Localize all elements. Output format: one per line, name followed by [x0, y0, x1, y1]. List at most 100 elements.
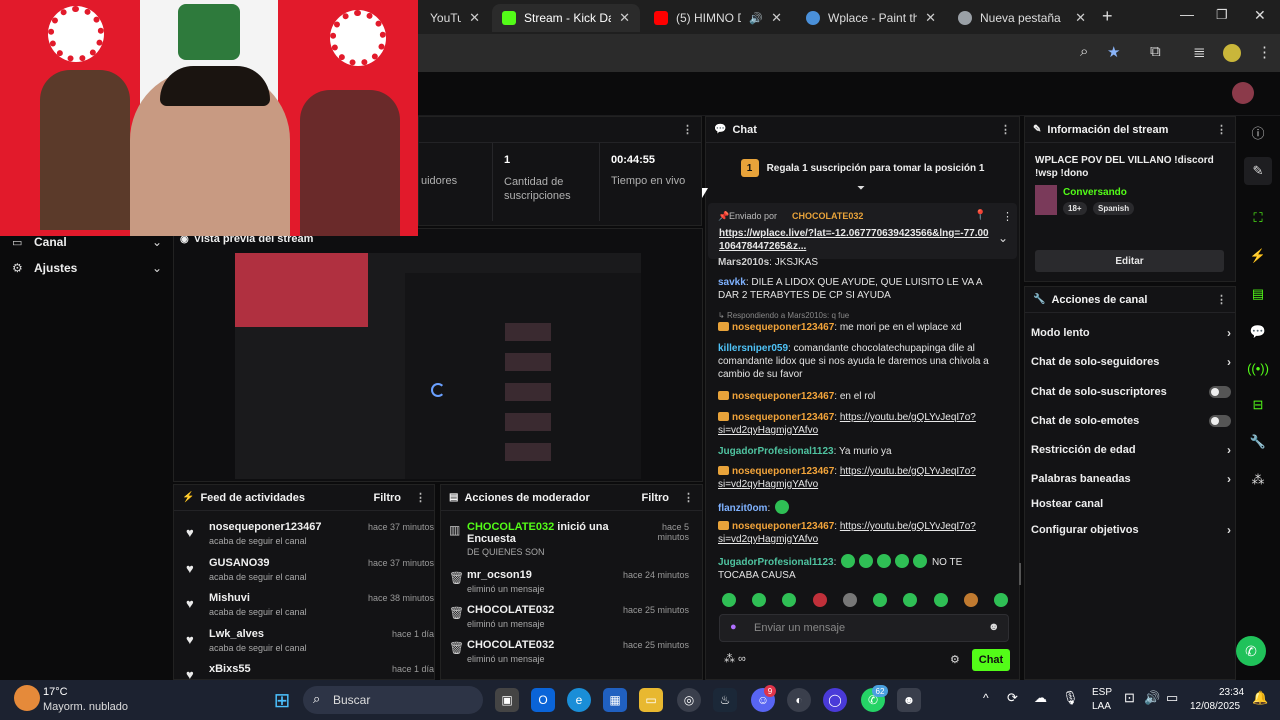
feed-filter-button[interactable]: Filtro: [374, 492, 402, 504]
chat-username[interactable]: Mars2010s: [718, 257, 769, 268]
microphone-icon[interactable]: 🎙: [1062, 690, 1079, 706]
chat-input[interactable]: ● Enviar un mensaje ☻: [719, 614, 1009, 642]
bolt-icon[interactable]: ⚡: [1244, 242, 1272, 270]
edit-info-button[interactable]: Editar: [1035, 250, 1224, 272]
chat-scrollbar[interactable]: [1019, 563, 1021, 585]
steam-icon[interactable]: ♨: [713, 688, 737, 712]
emote-icon[interactable]: [873, 593, 888, 607]
pinned-menu-icon[interactable]: ⋮: [1002, 210, 1013, 223]
volume-icon[interactable]: 🔊: [1144, 690, 1160, 706]
feed-menu-icon[interactable]: ⋮: [415, 491, 426, 504]
menu-icon[interactable]: ⋮: [1257, 43, 1272, 61]
clock-date[interactable]: 12/08/2025: [1190, 701, 1240, 712]
emoji-icon[interactable]: ☻: [988, 621, 1000, 633]
file-explorer-icon[interactable]: ▭: [639, 688, 663, 712]
sidebar-item-canal[interactable]: ▭ Canal ⌄: [12, 234, 162, 250]
feed-user[interactable]: nosequeponer123467: [209, 521, 322, 533]
sidebar-item-ajustes[interactable]: ⚙ Ajustes ⌄: [12, 260, 162, 276]
broadcast-icon[interactable]: ((•)): [1244, 354, 1272, 382]
store-icon[interactable]: ▦: [603, 688, 627, 712]
task-view-icon[interactable]: ▣: [495, 688, 519, 712]
bookmark-star-icon[interactable]: ★: [1107, 43, 1120, 61]
layout-icon[interactable]: ⊟: [1244, 391, 1272, 419]
action-emotes-only[interactable]: Chat de solo-emotes: [1031, 412, 1231, 430]
close-icon[interactable]: ✕: [469, 10, 480, 26]
action-banned-words[interactable]: Palabras baneadas ›: [1031, 470, 1231, 488]
emote-icon[interactable]: [842, 593, 857, 607]
actions-menu-icon[interactable]: ⋮: [1216, 293, 1227, 306]
outlook-icon[interactable]: O: [531, 688, 555, 712]
tab-wplace[interactable]: Wplace - Paint the w ✕: [796, 4, 946, 32]
profile-avatar[interactable]: [1223, 44, 1241, 62]
edge-icon[interactable]: e: [567, 688, 591, 712]
stats-menu-icon[interactable]: ⋮: [682, 123, 693, 136]
mod-user[interactable]: CHOCOLATE032: [467, 521, 554, 533]
cloud-icon[interactable]: ☁: [1034, 690, 1047, 706]
tab-new[interactable]: Nueva pestaña ✕: [948, 4, 1096, 32]
chevron-down-icon[interactable]: ⌄: [998, 231, 1008, 245]
send-chat-button[interactable]: Chat: [972, 649, 1010, 671]
emote-icon[interactable]: [782, 593, 797, 607]
feed-user[interactable]: GUSANO39: [209, 557, 270, 569]
close-window-button[interactable]: ✕: [1254, 7, 1266, 24]
unpin-icon[interactable]: 📍: [974, 210, 986, 221]
chat-username[interactable]: nosequeponer123467: [732, 466, 834, 477]
chrome-icon[interactable]: ◎: [677, 688, 701, 712]
points-icon[interactable]: ⁂ ∞: [724, 652, 746, 665]
chat-username[interactable]: flanzit0om: [718, 503, 767, 514]
chat-username[interactable]: nosequeponer123467: [732, 412, 834, 423]
maximize-button[interactable]: ❐: [1216, 7, 1228, 23]
mic-icon[interactable]: ●: [730, 621, 737, 633]
new-tab-button[interactable]: +: [1102, 6, 1113, 27]
fullscreen-icon[interactable]: ⛶: [1244, 204, 1272, 232]
mod-user[interactable]: CHOCOLATE032: [467, 639, 554, 651]
emote-icon[interactable]: [812, 593, 827, 607]
search-box[interactable]: ⌕ Buscar: [303, 686, 483, 714]
pencil-icon[interactable]: ✎: [1244, 157, 1272, 185]
media-icon[interactable]: ≣: [1193, 43, 1206, 61]
obs-icon[interactable]: ◐: [787, 688, 811, 712]
chat-bubble-icon[interactable]: 💬: [1244, 318, 1272, 346]
help-chat-button[interactable]: ✆: [1236, 636, 1266, 666]
chat-username[interactable]: nosequeponer123467: [732, 521, 834, 532]
info-icon[interactable]: ⓘ: [1244, 118, 1272, 146]
clock-time[interactable]: 23:34: [1219, 687, 1244, 698]
action-slow-mode[interactable]: Modo lento ›: [1031, 324, 1231, 342]
emote-icon[interactable]: [993, 593, 1008, 607]
minimize-button[interactable]: —: [1180, 6, 1194, 22]
chat-username[interactable]: killersniper059: [718, 343, 788, 354]
list-icon[interactable]: ▤: [1244, 280, 1272, 308]
notification-icon[interactable]: 🔔: [1252, 690, 1268, 706]
toggle-switch[interactable]: [1209, 386, 1231, 398]
tab-himno[interactable]: (5) HIMNO DEL C 🔊 ✕: [644, 4, 792, 32]
network-icon[interactable]: ⊡: [1124, 690, 1135, 706]
close-icon[interactable]: ✕: [1075, 10, 1086, 26]
action-configure-goals[interactable]: Configurar objetivos ›: [1031, 521, 1231, 539]
wrench-icon[interactable]: 🔧: [1244, 428, 1272, 456]
apps-icon[interactable]: ⁂: [1244, 466, 1272, 494]
close-icon[interactable]: ✕: [925, 10, 936, 26]
close-icon[interactable]: ✕: [619, 10, 630, 26]
action-subscribers-only[interactable]: Chat de solo-suscriptores: [1031, 383, 1231, 401]
tab-kick-dashboard[interactable]: Stream - Kick Dashboard ✕: [492, 4, 640, 32]
region-code[interactable]: LAA: [1092, 701, 1111, 712]
weather-icon[interactable]: [14, 685, 40, 711]
feed-user[interactable]: Lwk_alves: [209, 628, 264, 640]
chat-username[interactable]: savkk: [718, 277, 746, 288]
app-icon[interactable]: ☻: [897, 688, 921, 712]
emote-icon[interactable]: [722, 593, 736, 607]
pinned-link[interactable]: https://wplace.live/?lat=-12.06777063942…: [719, 227, 989, 253]
mod-menu-icon[interactable]: ⋮: [683, 491, 694, 504]
close-icon[interactable]: ✕: [771, 10, 782, 26]
info-menu-icon[interactable]: ⋮: [1216, 123, 1227, 136]
chat-settings-gear-icon[interactable]: ⚙: [950, 653, 960, 666]
zoom-icon[interactable]: ⌕: [1080, 43, 1088, 60]
chat-menu-icon[interactable]: ⋮: [1000, 123, 1011, 136]
stream-category[interactable]: Conversando: [1063, 187, 1127, 198]
mod-user[interactable]: CHOCOLATE032: [467, 604, 554, 616]
sync-icon[interactable]: ⟳: [1007, 690, 1018, 706]
preview-video[interactable]: [235, 253, 641, 479]
app-icon[interactable]: ◯: [823, 688, 847, 712]
chat-username[interactable]: nosequeponer123467: [732, 391, 834, 402]
collapse-arrow-icon[interactable]: ⏷: [857, 183, 865, 194]
